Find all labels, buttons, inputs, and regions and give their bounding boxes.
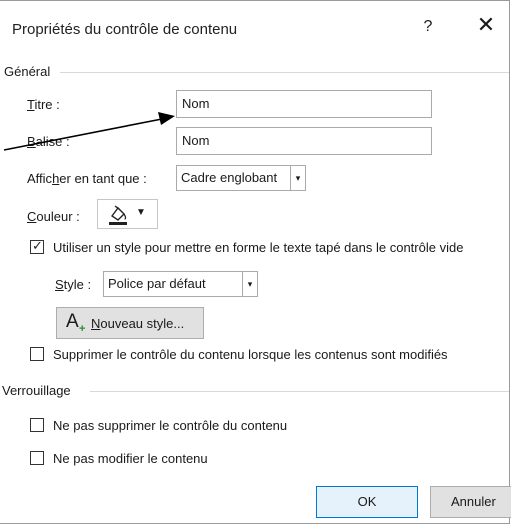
- section-general-divider: [60, 72, 509, 73]
- tag-input[interactable]: Nom: [176, 127, 432, 155]
- color-label-accesskey: C: [27, 209, 37, 224]
- new-style-accesskey: N: [91, 316, 101, 331]
- color-dropdown-arrow-icon: ▼: [136, 207, 146, 218]
- color-label: Couleur :: [27, 209, 80, 224]
- section-locking-divider: [90, 391, 509, 392]
- display-label: Afficher en tant que :: [27, 171, 147, 186]
- dialog-title: Propriétés du contrôle de contenu: [12, 21, 238, 38]
- title-label-rest: itre :: [34, 97, 60, 112]
- use-style-label: Utiliser un style pour mettre en forme l…: [53, 240, 464, 255]
- plus-icon: +: [79, 323, 86, 335]
- new-style-button[interactable]: A + Nouveau style...: [56, 307, 204, 339]
- style-select[interactable]: Police par défaut ▾: [103, 271, 258, 297]
- style-select-value: Police par défaut: [108, 276, 206, 291]
- section-general-label: Général: [4, 64, 51, 79]
- help-button[interactable]: ?: [418, 18, 438, 36]
- tag-label: Balise :: [27, 134, 70, 149]
- new-style-label: Nouveau style...: [91, 316, 185, 331]
- chevron-down-icon[interactable]: ▾: [290, 166, 305, 190]
- paint-bucket-icon: [109, 205, 127, 225]
- title-label: Titre :: [27, 97, 60, 112]
- remove-control-label: Supprimer le contrôle du contenu lorsque…: [53, 347, 448, 362]
- close-button[interactable]: ✕: [472, 14, 500, 36]
- cancel-button[interactable]: Annuler: [430, 486, 511, 518]
- section-locking-label: Verrouillage: [2, 383, 71, 398]
- no-edit-checkbox[interactable]: [30, 451, 44, 465]
- display-label-accesskey: h: [52, 171, 60, 186]
- no-edit-label: Ne pas modifier le contenu: [53, 451, 208, 466]
- color-picker-button[interactable]: ▼: [97, 199, 158, 229]
- title-input[interactable]: Nom: [176, 90, 432, 118]
- new-style-icon: A: [66, 311, 79, 332]
- remove-control-checkbox[interactable]: [30, 347, 44, 361]
- tag-label-rest: alise :: [35, 134, 70, 149]
- no-delete-checkbox[interactable]: [30, 418, 44, 432]
- ok-button[interactable]: OK: [316, 486, 418, 518]
- use-style-checkbox[interactable]: [30, 238, 44, 254]
- tag-label-accesskey: B: [27, 134, 36, 149]
- chevron-down-icon[interactable]: ▾: [242, 272, 257, 296]
- display-select[interactable]: Cadre englobant ▾: [176, 165, 306, 191]
- no-delete-label: Ne pas supprimer le contrôle du contenu: [53, 418, 288, 433]
- display-select-value: Cadre englobant: [181, 170, 278, 185]
- dialog-frame: [0, 0, 510, 524]
- style-label: Style :: [55, 277, 92, 292]
- style-label-accesskey: S: [55, 277, 64, 292]
